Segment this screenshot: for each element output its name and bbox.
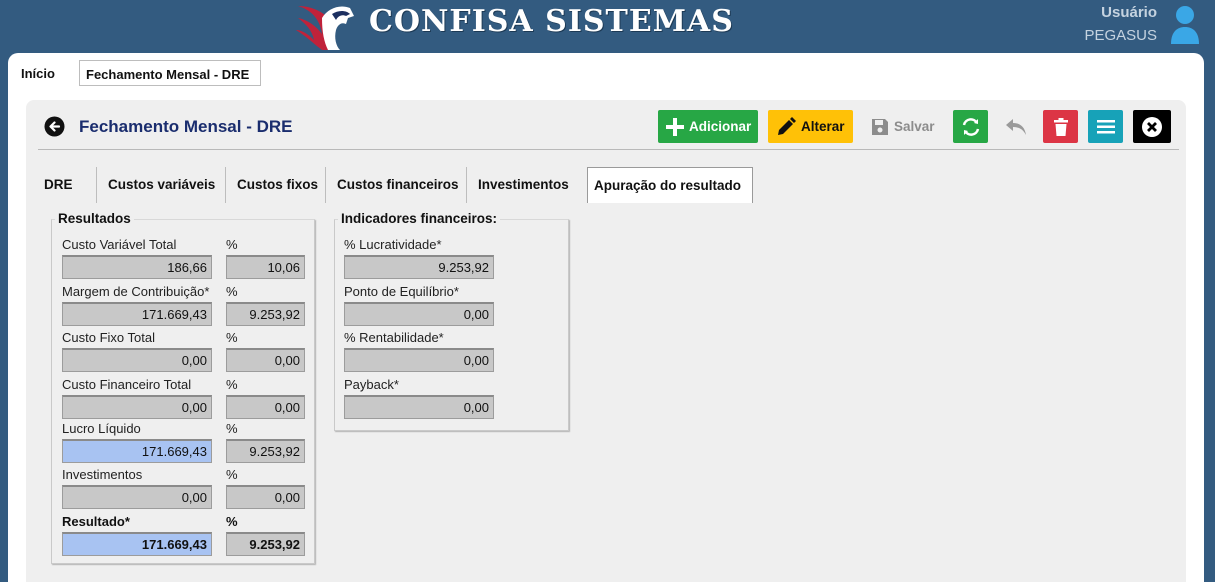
label-investimentos: Investimentos (62, 467, 143, 482)
field-payback[interactable]: 0,00 (344, 395, 494, 419)
label-percent: % (226, 467, 238, 482)
field-margem-contribuicao-percent[interactable]: 9.253,92 (226, 302, 305, 326)
add-button[interactable]: Adicionar (658, 110, 758, 143)
edit-button[interactable]: Alterar (768, 110, 853, 143)
tab-apuracao-resultado[interactable]: Apuração do resultado (587, 167, 753, 203)
save-button-label: Salvar (894, 119, 935, 134)
field-custo-fixo-percent[interactable]: 0,00 (226, 348, 305, 372)
page-tab-inicio[interactable]: Início (12, 60, 72, 86)
field-custo-fixo-total[interactable]: 0,00 (62, 348, 212, 372)
label-custo-variavel-total: Custo Variável Total (62, 237, 177, 252)
label-percent: % (226, 237, 238, 252)
field-investimentos-percent[interactable]: 0,00 (226, 485, 305, 509)
field-lucro-liquido-percent[interactable]: 9.253,92 (226, 439, 305, 463)
tab-custos-variaveis[interactable]: Custos variáveis (97, 167, 226, 203)
undo-icon (1005, 118, 1026, 135)
field-resultado[interactable]: 171.669,43 (62, 532, 212, 556)
indicators-group-title: Indicadores financeiros: (338, 211, 501, 226)
tab-investimentos[interactable]: Investimentos (467, 167, 580, 203)
page-tab-fechamento-dre[interactable]: Fechamento Mensal - DRE (79, 60, 261, 86)
user-label: Usuário (1101, 4, 1157, 21)
field-custo-financeiro-percent[interactable]: 0,00 (226, 395, 305, 419)
label-percent: % (226, 330, 238, 345)
user-name: PEGASUS (1084, 27, 1157, 44)
field-custo-variavel-percent[interactable]: 10,06 (226, 255, 305, 279)
field-custo-variavel-total[interactable]: 186,66 (62, 255, 212, 279)
label-percent: % (226, 377, 238, 392)
label-percent: % (226, 514, 238, 529)
close-icon (1142, 116, 1162, 137)
save-button[interactable]: Salvar (862, 110, 944, 143)
label-rentabilidade: % Rentabilidade* (344, 330, 444, 345)
back-arrow-icon[interactable] (44, 116, 65, 137)
page-title: Fechamento Mensal - DRE (79, 117, 293, 136)
label-lucratividade: % Lucratividade* (344, 237, 442, 252)
label-payback: Payback* (344, 377, 399, 392)
tab-custos-fixos[interactable]: Custos fixos (226, 167, 326, 203)
field-ponto-equilibrio[interactable]: 0,00 (344, 302, 494, 326)
refresh-button[interactable] (953, 110, 988, 143)
label-lucro-liquido: Lucro Líquido (62, 421, 141, 436)
field-lucratividade[interactable]: 9.253,92 (344, 255, 494, 279)
label-margem-contribuicao: Margem de Contribuição* (62, 284, 210, 299)
label-percent: % (226, 421, 238, 436)
label-custo-fixo-total: Custo Fixo Total (62, 330, 155, 345)
pencil-icon (778, 116, 796, 135)
brand-name: CONFISA SISTEMAS (369, 4, 734, 39)
results-group-title: Resultados (55, 211, 134, 226)
trash-icon (1053, 117, 1068, 136)
app-header: CONFISA SISTEMAS Usuário PEGASUS (0, 0, 1215, 55)
tab-dre[interactable]: DRE (38, 167, 97, 203)
field-investimentos[interactable]: 0,00 (62, 485, 212, 509)
add-button-label: Adicionar (689, 119, 752, 134)
field-lucro-liquido[interactable]: 171.669,43 (62, 439, 212, 463)
floppy-disk-icon (872, 118, 888, 135)
undo-button[interactable] (998, 110, 1033, 143)
label-custo-financeiro-total: Custo Financeiro Total (62, 377, 192, 392)
field-rentabilidade[interactable]: 0,00 (344, 348, 494, 372)
label-resultado: Resultado* (62, 514, 130, 529)
label-ponto-equilibrio: Ponto de Equilíbrio* (344, 284, 459, 299)
label-percent: % (226, 284, 238, 299)
refresh-icon (962, 117, 979, 136)
field-resultado-percent[interactable]: 9.253,92 (226, 532, 305, 556)
pegasus-logo-icon (296, 6, 354, 50)
delete-button[interactable] (1043, 110, 1078, 143)
title-divider (38, 149, 1179, 150)
menu-icon (1096, 119, 1115, 133)
menu-button[interactable] (1088, 110, 1123, 143)
field-custo-financeiro-total[interactable]: 0,00 (62, 395, 212, 419)
plus-icon (666, 117, 684, 136)
edit-button-label: Alterar (801, 119, 845, 134)
field-margem-contribuicao[interactable]: 171.669,43 (62, 302, 212, 326)
close-button[interactable] (1133, 110, 1171, 143)
tab-custos-financeiros[interactable]: Custos financeiros (326, 167, 467, 203)
user-avatar-icon[interactable] (1168, 4, 1202, 44)
